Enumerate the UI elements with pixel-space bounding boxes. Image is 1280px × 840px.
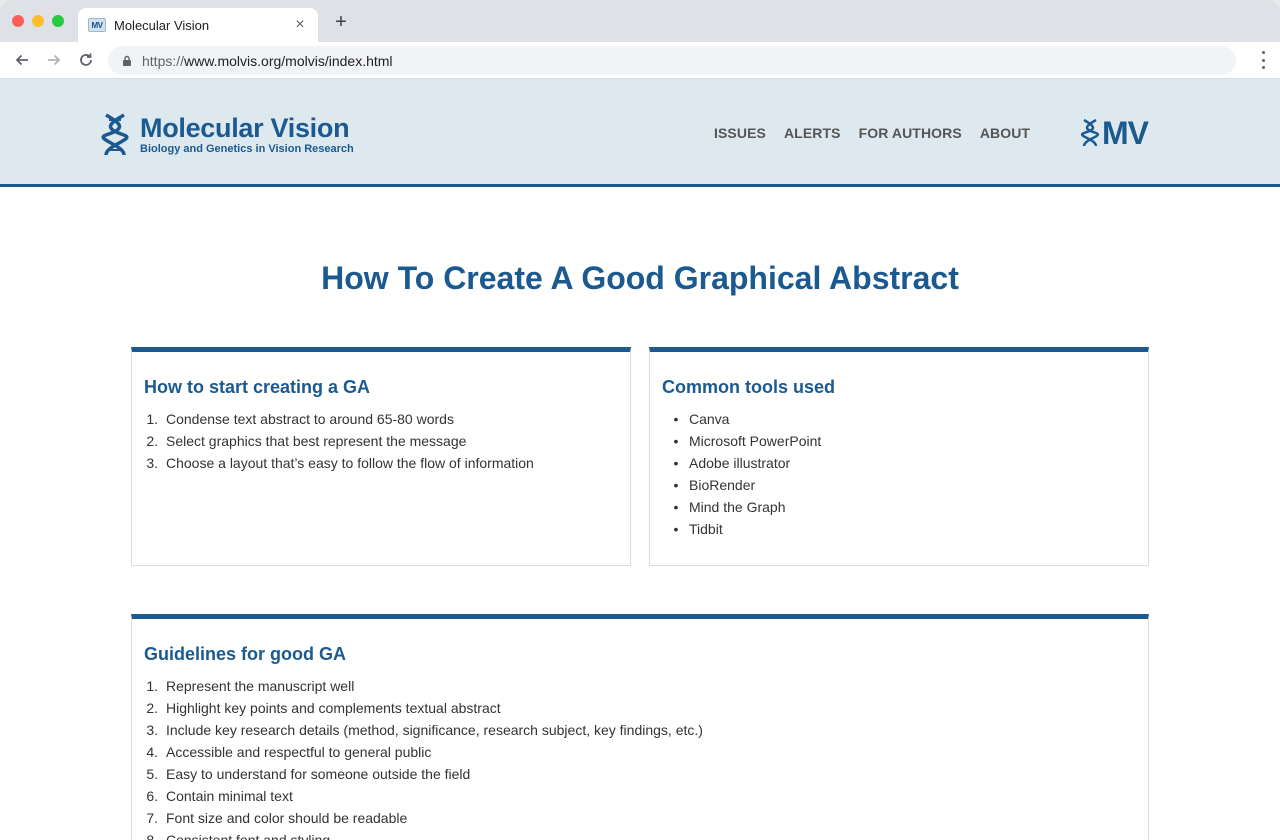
lock-icon (120, 54, 134, 68)
url-text: https://www.molvis.org/molvis/index.html (142, 53, 393, 69)
window-controls (12, 15, 64, 27)
list-item: 2. Highlight key points and complements t… (146, 700, 501, 716)
nav-alerts[interactable]: ALERTS (784, 125, 841, 141)
dna-helix-small-icon (1080, 119, 1100, 147)
tools-card-title: Common tools used (662, 377, 836, 397)
mv-logo[interactable]: MV (1080, 115, 1149, 151)
nav-for-authors[interactable]: FOR AUTHORS (859, 125, 962, 141)
list-item: 1. Condense text abstract to around 65-80… (146, 411, 454, 427)
list-item: • Mind the Graph (673, 499, 786, 515)
url-path: www.molvis.org/molvis/index.html (184, 52, 393, 69)
new-tab-icon[interactable]: + (330, 11, 352, 34)
list-item: • Microsoft PowerPoint (673, 433, 822, 449)
start-list: 1. Condense text abstract to around 65-80… (144, 408, 618, 474)
list-item: 4. Accessible and respectful to general p… (146, 744, 432, 760)
site-header: Molecular Vision Biology and Genetics in… (0, 79, 1280, 187)
list-item: • Canva (673, 411, 730, 427)
logo-subtitle: Biology and Genetics in Vision Research (140, 143, 354, 155)
back-icon[interactable] (10, 48, 34, 72)
tools-list: • Canva • Microsoft PowerPoint • Adobe illu… (662, 408, 1136, 540)
url-scheme: https:// (142, 52, 185, 69)
address-bar[interactable]: https://www.molvis.org/molvis/index.html (108, 46, 1236, 75)
start-card: How to start creating a GA 1. Condense te… (131, 347, 631, 566)
browser-menu-icon[interactable] (1260, 51, 1266, 69)
list-item: • Tidbit (673, 521, 723, 537)
browser-window: MV Molecular Vision × + https://www.molv… (0, 0, 1280, 840)
nav-issues[interactable]: ISSUES (714, 125, 766, 141)
guidelines-card-title: Guidelines for good GA (144, 644, 346, 664)
favicon-icon: MV (88, 18, 106, 32)
guidelines-list: 1. Represent the manuscript well 2. Highli… (144, 675, 1136, 840)
forward-icon[interactable] (42, 48, 66, 72)
start-card-title: How to start creating a GA (144, 377, 371, 397)
list-item: 1. Represent the manuscript well (146, 678, 355, 694)
close-window-button[interactable] (12, 15, 24, 27)
maximize-window-button[interactable] (52, 15, 64, 27)
dna-helix-icon (101, 113, 129, 156)
logo-title: Molecular Vision (140, 113, 350, 143)
list-item: 5. Easy to understand for someone outside… (146, 766, 471, 782)
tools-card: Common tools used • Canva • Microsoft Powe… (649, 347, 1149, 566)
tab-title: Molecular Vision (114, 17, 210, 33)
tab-close-icon[interactable]: × (292, 16, 308, 34)
list-item: 6. Contain minimal text (146, 788, 293, 804)
tab-strip: MV Molecular Vision × + (0, 0, 1280, 42)
list-item: 3. Choose a layout that’s easy to follow … (146, 455, 534, 471)
nav-about[interactable]: ABOUT (980, 125, 1030, 141)
site-logo[interactable]: Molecular Vision Biology and Genetics in… (100, 113, 354, 157)
list-item: 7. Font size and color should be readable (146, 810, 408, 826)
list-item: 2. Select graphics that best represent th… (146, 433, 467, 449)
list-item: • BioRender (673, 477, 756, 493)
page-title: How To Create A Good Graphical Abstract (321, 260, 959, 296)
browser-tab[interactable]: MV Molecular Vision × (78, 8, 318, 42)
browser-toolbar: https://www.molvis.org/molvis/index.html (0, 42, 1280, 79)
minimize-window-button[interactable] (32, 15, 44, 27)
list-item: • Adobe illustrator (673, 455, 791, 471)
list-item: 8. Consistent font and styling (146, 832, 331, 840)
list-item: 3. Include key research details (method, … (146, 722, 703, 738)
guidelines-card: Guidelines for good GA 1. Represent the m… (131, 614, 1149, 840)
mv-logo-text: MV (1102, 115, 1149, 151)
main-nav: ISSUES ALERTS FOR AUTHORS ABOUT (714, 125, 1030, 141)
reload-icon[interactable] (74, 48, 98, 72)
